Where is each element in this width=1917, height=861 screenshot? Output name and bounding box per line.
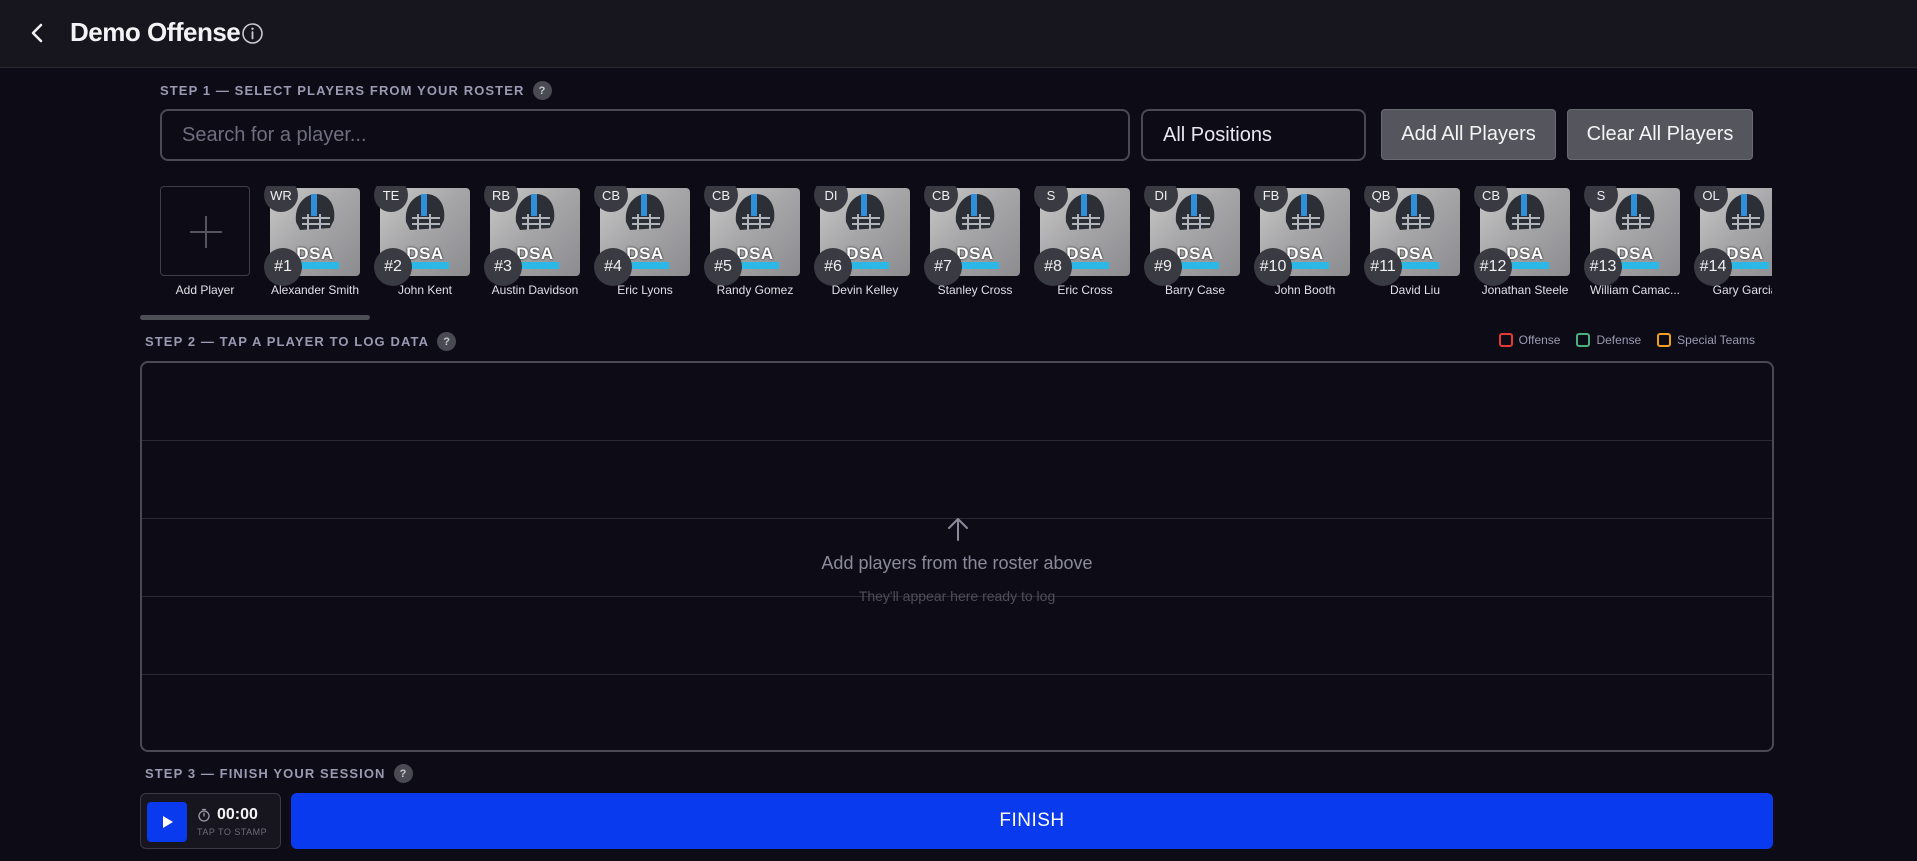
timer-hint: TAP TO STAMP	[197, 827, 268, 837]
player-number-badge: #3	[484, 248, 522, 286]
roster-player-card[interactable]: DSA QB #11 David Liu	[1360, 186, 1470, 302]
log-row-divider	[142, 674, 1772, 675]
player-number-badge: #9	[1144, 248, 1182, 286]
plus-icon-vertical	[205, 216, 207, 248]
player-number-badge: #12	[1474, 248, 1512, 286]
finish-button[interactable]: FINISH	[291, 793, 1773, 849]
player-number-badge: #6	[814, 248, 852, 286]
player-number-badge: #4	[594, 248, 632, 286]
legend-item: Defense	[1576, 333, 1641, 347]
arrow-up-icon	[944, 515, 972, 543]
roster-player-card[interactable]: DSA CB #4 Eric Lyons	[590, 186, 700, 302]
player-name: Jonathan Steele	[1481, 283, 1569, 297]
player-number-badge: #13	[1584, 248, 1622, 286]
player-number-badge: #2	[374, 248, 412, 286]
roster-player-card[interactable]: DSA CB #5 Randy Gomez	[700, 186, 810, 302]
info-button[interactable]	[241, 22, 264, 45]
play-button[interactable]	[147, 802, 187, 842]
player-search-input[interactable]	[160, 109, 1130, 161]
roster-player-card[interactable]: DSA S #13 William Camac...	[1580, 186, 1690, 302]
info-icon	[242, 23, 263, 44]
roster-player-card[interactable]: DSA CB #12 Jonathan Steele	[1470, 186, 1580, 302]
roster-player-card[interactable]: DSA TE #2 John Kent	[370, 186, 480, 302]
player-number-badge: #7	[924, 248, 962, 286]
position-filter-select[interactable]: All Positions	[1141, 109, 1366, 161]
roster-player-card[interactable]: DSA WR #1 Alexander Smith	[260, 186, 370, 302]
session-timer[interactable]: 00:00 TAP TO STAMP	[140, 793, 281, 849]
app-header: Demo Offense	[0, 0, 1917, 68]
page-title: Demo Offense	[70, 17, 241, 47]
player-number-badge: #11	[1364, 248, 1402, 286]
player-name: Alexander Smith	[270, 283, 360, 297]
roster-player-card[interactable]: DSA CB #7 Stanley Cross	[920, 186, 1030, 302]
player-name: Devin Kelley	[831, 283, 899, 297]
log-row-divider	[142, 440, 1772, 441]
roster-strip: Add Player DSA WR #1 Alexander Smith DSA TE #2…	[160, 186, 1772, 302]
legend-label: Defense	[1596, 333, 1642, 347]
roster-player-card[interactable]: DSA RB #3 Austin Davidson	[480, 186, 590, 302]
player-name: Randy Gomez	[716, 283, 794, 297]
step3-label-text: STEP 3 — FINISH YOUR SESSION	[145, 766, 386, 781]
empty-state-title: Add players from the roster above	[821, 553, 1093, 573]
player-number-badge: #10	[1254, 248, 1292, 286]
player-number-badge: #8	[1034, 248, 1072, 286]
empty-state-subtitle: They'll appear here ready to log	[858, 588, 1056, 604]
step3-help-icon[interactable]: ?	[393, 764, 413, 783]
player-name: Gary Garcia	[1712, 283, 1772, 297]
player-name: Eric Cross	[1057, 283, 1113, 297]
step2-help-icon[interactable]: ?	[437, 332, 457, 351]
roster-player-card[interactable]: DSA S #8 Eric Cross	[1030, 186, 1140, 302]
play-icon	[163, 816, 173, 828]
legend-swatch	[1576, 333, 1591, 347]
timer-value: 00:00	[217, 806, 258, 823]
step1-label-text: STEP 1 — SELECT PLAYERS FROM YOUR ROSTER	[160, 83, 525, 98]
legend-item: Special Teams	[1657, 333, 1755, 347]
clear-all-players-button[interactable]: Clear All Players	[1567, 109, 1753, 160]
roster-player-card[interactable]: DSA FB #10 John Booth	[1250, 186, 1360, 302]
player-number-badge: #5	[704, 248, 742, 286]
player-name: Austin Davidson	[491, 283, 579, 297]
roster-player-card[interactable]: DSA DI #9 Barry Case	[1140, 186, 1250, 302]
unit-legend: Offense Defense Special Teams	[1498, 333, 1755, 347]
roster-scrollbar[interactable]	[140, 315, 370, 320]
player-name: Stanley Cross	[937, 283, 1013, 297]
legend-label: Offense	[1518, 333, 1561, 347]
add-all-players-button[interactable]: Add All Players	[1381, 109, 1556, 160]
step1-label: STEP 1 — SELECT PLAYERS FROM YOUR ROSTER…	[160, 81, 552, 100]
back-button[interactable]	[24, 20, 50, 46]
add-player-label: Add Player	[175, 283, 235, 297]
roster-player-card[interactable]: DSA OL #14 Gary Garcia	[1690, 186, 1772, 302]
chevron-left-icon	[31, 23, 43, 43]
step3-label: STEP 3 — FINISH YOUR SESSION ?	[145, 764, 413, 783]
player-name: William Camac...	[1589, 283, 1680, 297]
player-number-badge: #1	[264, 248, 302, 286]
step2-label: STEP 2 — TAP A PLAYER TO LOG DATA ?	[145, 332, 457, 351]
player-name: John Booth	[1274, 283, 1336, 297]
stopwatch-icon	[198, 808, 210, 822]
player-name: John Kent	[397, 283, 453, 297]
player-number-badge: #14	[1694, 248, 1732, 286]
player-name: Barry Case	[1164, 283, 1226, 297]
legend-label: Special Teams	[1677, 333, 1755, 347]
legend-swatch	[1498, 333, 1513, 347]
legend-swatch	[1657, 333, 1672, 347]
add-player-button[interactable]	[160, 186, 250, 276]
step2-label-text: STEP 2 — TAP A PLAYER TO LOG DATA	[145, 334, 430, 349]
player-log-area: Add players from the roster above They'l…	[140, 361, 1774, 752]
player-name: Eric Lyons	[617, 283, 673, 297]
player-name: David Liu	[1389, 283, 1441, 297]
roster-player-card[interactable]: DSA DI #6 Devin Kelley	[810, 186, 920, 302]
legend-item: Offense	[1498, 333, 1561, 347]
step1-help-icon[interactable]: ?	[532, 81, 552, 100]
